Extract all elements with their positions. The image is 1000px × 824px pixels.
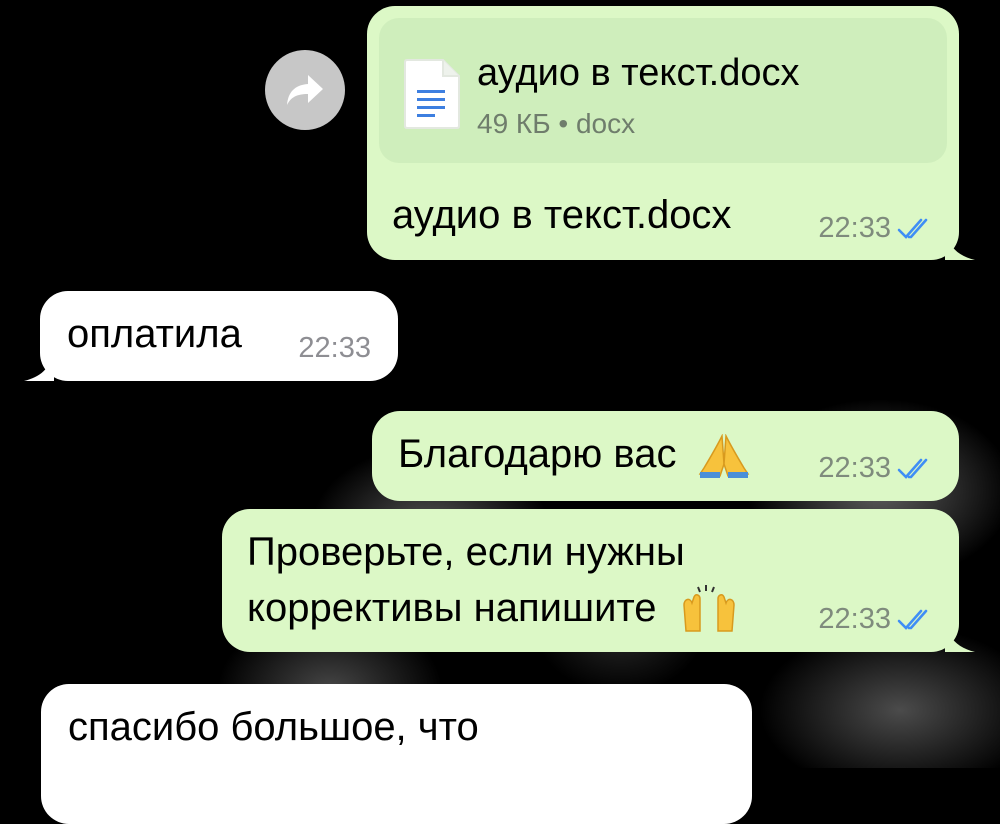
bubble-tail — [24, 351, 54, 381]
document-attachment[interactable]: аудио в текст.docx 49 КБ • docx — [379, 18, 947, 163]
message-time: 22:33 — [818, 212, 891, 244]
message-meta: 22:33 — [818, 452, 937, 485]
forward-button[interactable] — [265, 50, 345, 130]
message-text: оплатила — [67, 312, 242, 356]
document-file-name: аудио в текст.docx — [477, 52, 800, 94]
bubble-tail — [945, 230, 975, 260]
message-text: спасибо большое, что — [68, 705, 479, 749]
read-ticks-icon — [897, 458, 928, 479]
message-bubble-outgoing[interactable]: Проверьте, если нужны коррективы напишит… — [222, 509, 975, 652]
read-ticks-icon — [897, 218, 928, 239]
message-time: 22:33 — [818, 603, 891, 635]
message-bubble-document[interactable]: аудио в текст.docx 49 КБ • docx аудио в … — [367, 6, 975, 260]
message-time: 22:33 — [298, 332, 371, 364]
message-meta: 22:33 — [818, 212, 937, 245]
message-bubble-incoming[interactable]: оплатила 22:33 — [24, 291, 398, 381]
message-text-line-2: коррективы напишите — [247, 581, 738, 635]
bubble-tail — [945, 622, 975, 652]
message-bubble-outgoing[interactable]: Благодарю вас 22:33 — [372, 411, 959, 501]
message-text-content: Благодарю вас — [398, 432, 677, 476]
raising-hands-emoji — [682, 585, 735, 633]
message-meta: 22:33 — [818, 603, 937, 636]
forward-arrow-icon — [287, 75, 323, 105]
read-ticks-icon — [897, 609, 928, 630]
message-text: аудио в текст.docx — [392, 193, 732, 237]
document-icon — [404, 59, 460, 129]
message-text-content: коррективы напишите — [247, 586, 657, 630]
message-text-line-1: Проверьте, если нужны — [247, 530, 685, 574]
message-time: 22:33 — [818, 452, 891, 484]
message-bubble-incoming[interactable]: спасибо большое, что — [41, 684, 752, 824]
message-text: Благодарю вас — [398, 427, 750, 481]
document-file-info: 49 КБ • docx — [477, 108, 636, 139]
folded-hands-emoji — [698, 434, 749, 479]
message-meta: 22:33 — [298, 332, 371, 365]
